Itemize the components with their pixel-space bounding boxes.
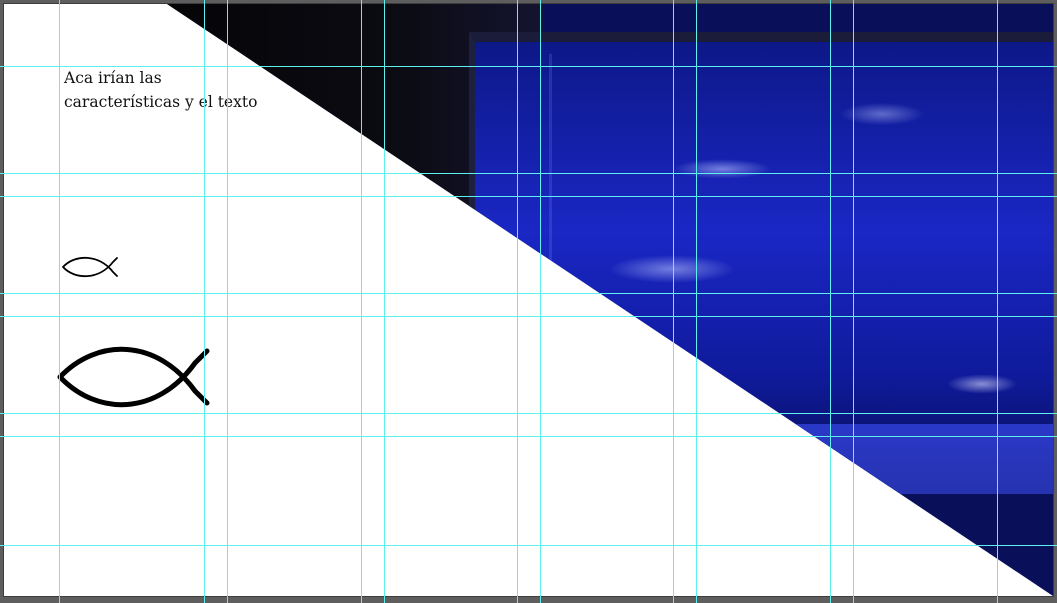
photo-tank-glass (549, 54, 1053, 434)
caption-line-1: Aca irían las (64, 69, 162, 87)
caption-line-2: características y el texto (64, 93, 258, 111)
fish-icon (57, 346, 210, 408)
artboard[interactable]: Aca irían las características y el texto (4, 4, 1053, 596)
caption-text: Aca irían las características y el texto (64, 66, 294, 114)
photo-floor (784, 424, 1053, 494)
fish-icon (62, 256, 118, 278)
